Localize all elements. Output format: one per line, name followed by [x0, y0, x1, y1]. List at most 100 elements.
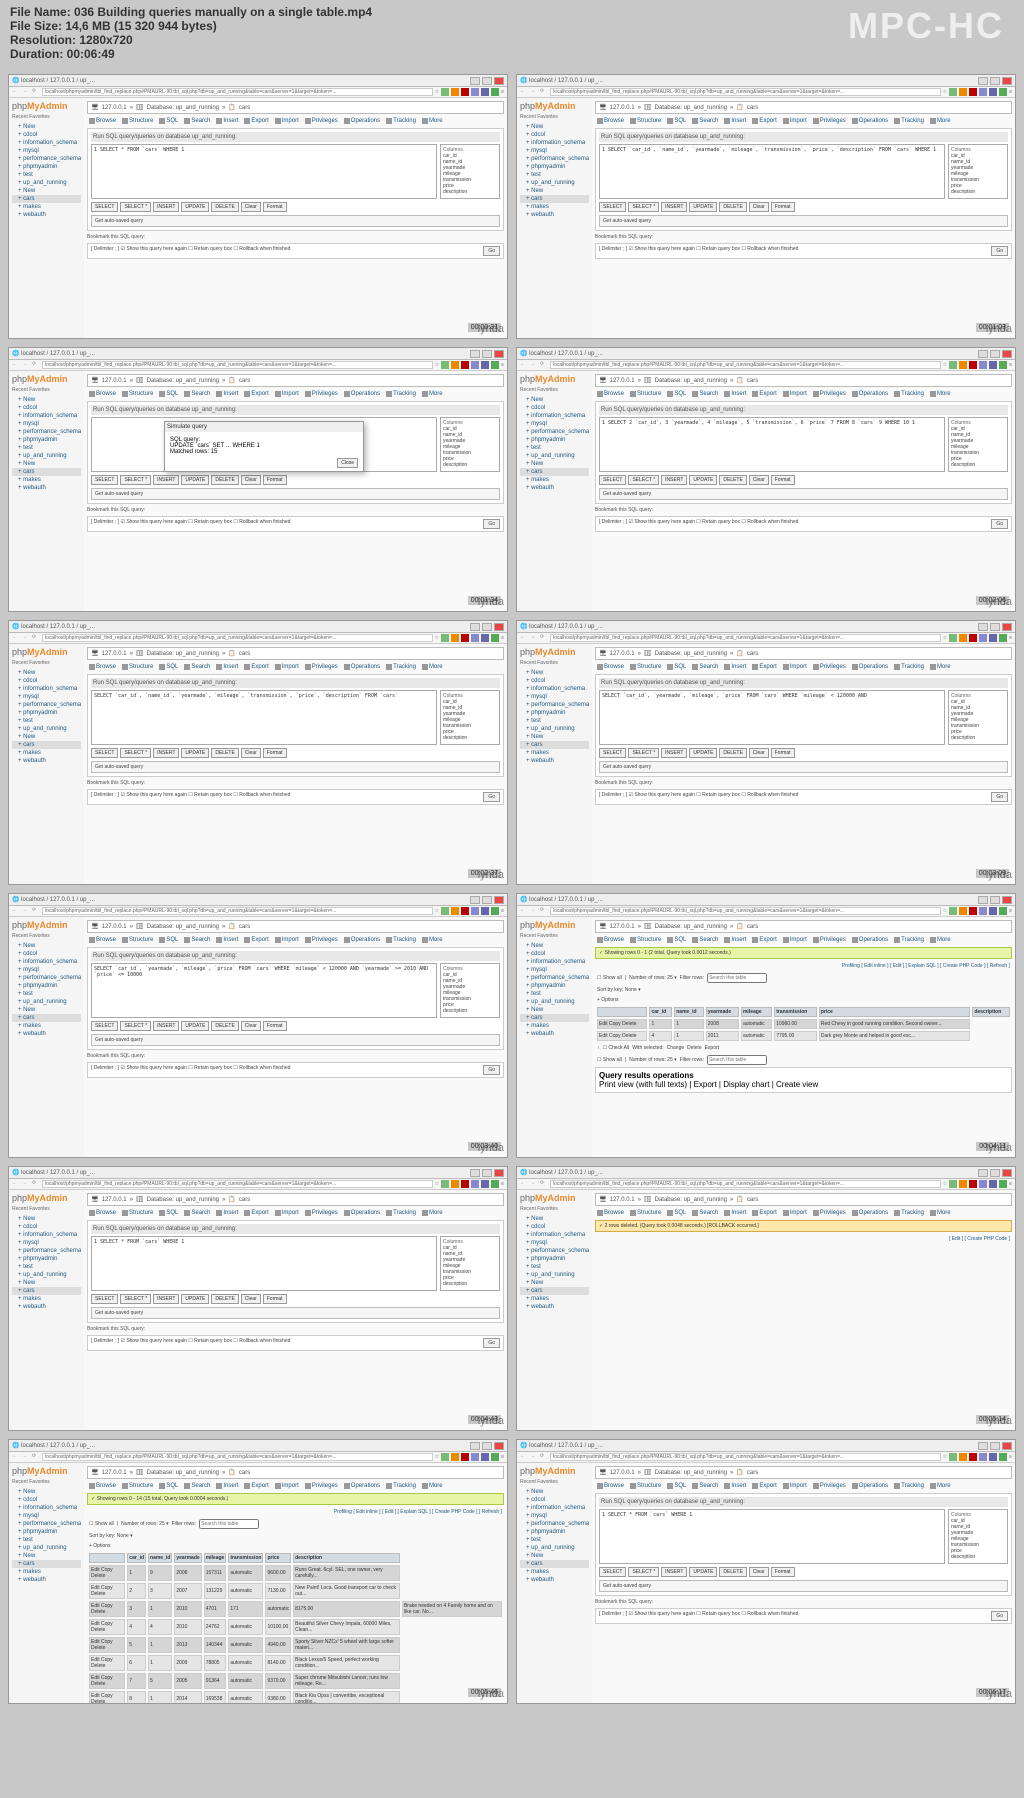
bc-server[interactable]: 127.0.0.1 — [610, 924, 635, 930]
tab-insert[interactable]: Insert — [216, 937, 238, 943]
tree-item[interactable]: + makes — [520, 203, 589, 211]
tab-more[interactable]: More — [422, 664, 443, 670]
tree-item[interactable]: + New — [12, 669, 81, 677]
tab-privileges[interactable]: Privileges — [305, 118, 338, 124]
table-row[interactable]: Edit Copy Delete3120104701171automatic81… — [89, 1601, 502, 1617]
close-button[interactable] — [494, 77, 504, 85]
star-icon[interactable]: ☆ — [435, 362, 439, 368]
toolbar-icon[interactable] — [989, 88, 997, 96]
bc-server[interactable]: 127.0.0.1 — [610, 378, 635, 384]
tab-insert[interactable]: Insert — [216, 391, 238, 397]
tab-privileges[interactable]: Privileges — [305, 1483, 338, 1489]
url-input[interactable]: localhost/phpmyadmin/tbl_find_replace.ph… — [550, 361, 941, 369]
tree-item[interactable]: + cars — [12, 1014, 81, 1022]
toolbar-icon[interactable] — [491, 907, 499, 915]
toolbar-icon[interactable] — [959, 634, 967, 642]
recent-favorites[interactable]: Recent Favorites — [12, 1206, 81, 1212]
toolbar-icon[interactable] — [959, 361, 967, 369]
selectall-button[interactable]: SELECT * — [628, 1567, 659, 1577]
tree-item[interactable]: + mysql — [12, 1239, 81, 1247]
tab-sql[interactable]: SQL — [159, 937, 178, 943]
tab-insert[interactable]: Insert — [216, 1483, 238, 1489]
tab-browse[interactable]: Browse — [597, 1210, 624, 1216]
tree-item[interactable]: + performance_schema — [12, 1520, 81, 1528]
tree-item[interactable]: + webauth — [520, 1576, 589, 1584]
toolbar-icon[interactable] — [481, 1453, 489, 1461]
url-input[interactable]: localhost/phpmyadmin/tbl_find_replace.ph… — [42, 88, 433, 96]
toolbar-icon[interactable] — [979, 1180, 987, 1188]
tree-item[interactable]: + New — [12, 123, 81, 131]
tab-sql[interactable]: SQL — [667, 937, 686, 943]
tree-item[interactable]: + New — [520, 1488, 589, 1496]
tab-sql[interactable]: SQL — [159, 664, 178, 670]
tree-item[interactable]: + cdcol — [520, 1496, 589, 1504]
tree-item[interactable]: + New — [520, 187, 589, 195]
tree-item[interactable]: + cars — [520, 468, 589, 476]
toolbar-icon[interactable] — [959, 907, 967, 915]
tab-structure[interactable]: Structure — [630, 664, 661, 670]
tree-item[interactable]: + New — [12, 1552, 81, 1560]
tab-operations[interactable]: Operations — [852, 937, 888, 943]
bc-db[interactable]: Database: up_and_running — [655, 651, 727, 657]
tab-insert[interactable]: Insert — [724, 1210, 746, 1216]
tab-sql[interactable]: SQL — [667, 391, 686, 397]
insert-button[interactable]: INSERT — [661, 1567, 687, 1577]
toolbar-icon[interactable] — [481, 907, 489, 915]
tree-item[interactable]: + makes — [520, 749, 589, 757]
toolbar-icon[interactable] — [989, 1180, 997, 1188]
toolbar-icon[interactable] — [949, 361, 957, 369]
go-button[interactable]: Go — [483, 1065, 500, 1075]
tab-import[interactable]: Import — [275, 118, 299, 124]
tree-item[interactable]: + test — [520, 171, 589, 179]
bc-table[interactable]: cars — [747, 378, 758, 384]
bc-server[interactable]: 127.0.0.1 — [102, 378, 127, 384]
sort-key-select[interactable]: Sort by key: None ▾ — [597, 987, 641, 993]
tree-item[interactable]: + makes — [12, 476, 81, 484]
maximize-button[interactable] — [990, 77, 1000, 85]
tab-import[interactable]: Import — [783, 937, 807, 943]
num-rows-select[interactable]: Number of rows: 25 ▾ — [629, 975, 677, 981]
tree-item[interactable]: + performance_schema — [12, 701, 81, 709]
tab-tracking[interactable]: Tracking — [894, 1210, 924, 1216]
tab-export[interactable]: Export — [752, 1483, 776, 1489]
bc-server[interactable]: 127.0.0.1 — [610, 105, 635, 111]
tab-browse[interactable]: Browse — [597, 937, 624, 943]
format-button[interactable]: Format — [263, 202, 287, 212]
toolbar-icon[interactable] — [451, 88, 459, 96]
toolbar-icon[interactable] — [441, 634, 449, 642]
tree-item[interactable]: + cdcol — [12, 677, 81, 685]
tree-item[interactable]: + information_schema — [12, 1231, 81, 1239]
tree-item[interactable]: + New — [12, 1279, 81, 1287]
tree-item[interactable]: + up_and_running — [12, 452, 81, 460]
tab-structure[interactable]: Structure — [122, 1483, 153, 1489]
tree-item[interactable]: + makes — [12, 749, 81, 757]
autosave-button[interactable]: Get auto-saved query — [91, 1034, 500, 1046]
column-item[interactable]: description — [443, 735, 497, 741]
bc-server[interactable]: 127.0.0.1 — [102, 1470, 127, 1476]
tab-privileges[interactable]: Privileges — [813, 1210, 846, 1216]
tab-export[interactable]: Export — [752, 391, 776, 397]
bc-server[interactable]: 127.0.0.1 — [102, 105, 127, 111]
url-input[interactable]: localhost/phpmyadmin/tbl_find_replace.ph… — [42, 361, 433, 369]
tab-sql[interactable]: SQL — [159, 1210, 178, 1216]
close-button[interactable] — [1002, 350, 1012, 358]
toolbar-icon[interactable] — [949, 907, 957, 915]
tree-item[interactable]: + webauth — [12, 1576, 81, 1584]
delimiter-options[interactable]: [ Delimiter ; ] ☑ Show this query here a… — [91, 1338, 290, 1348]
tab-more[interactable]: More — [422, 391, 443, 397]
delimiter-options[interactable]: [ Delimiter ; ] ☑ Show this query here a… — [91, 1065, 290, 1075]
col-header[interactable]: description — [293, 1553, 400, 1563]
tree-item[interactable]: + webauth — [12, 1030, 81, 1038]
back-button[interactable]: ← — [12, 1453, 20, 1461]
toolbar-icon[interactable] — [979, 361, 987, 369]
close-button[interactable] — [494, 350, 504, 358]
format-button[interactable]: Format — [771, 1567, 795, 1577]
insert-button[interactable]: INSERT — [153, 475, 179, 485]
bc-db[interactable]: Database: up_and_running — [147, 105, 219, 111]
profiling-links[interactable]: [ Edit ] [ Create PHP Code ] — [595, 1234, 1012, 1244]
url-input[interactable]: localhost/phpmyadmin/tbl_find_replace.ph… — [42, 907, 433, 915]
selectall-button[interactable]: SELECT * — [120, 1294, 151, 1304]
bc-db[interactable]: Database: up_and_running — [655, 1197, 727, 1203]
toolbar-icon[interactable] — [969, 1453, 977, 1461]
bc-table[interactable]: cars — [239, 1197, 250, 1203]
